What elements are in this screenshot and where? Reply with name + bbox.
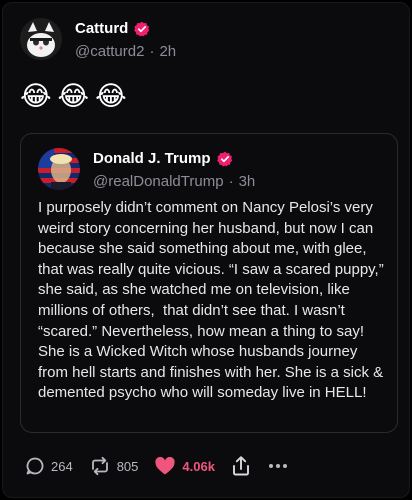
- meta-separator: ·: [228, 172, 234, 190]
- quoted-author-name[interactable]: Donald J. Trump: [93, 150, 211, 167]
- share-icon: [231, 455, 251, 477]
- action-bar: 264 805 4.06k: [25, 453, 305, 479]
- reply-count: 264: [51, 458, 73, 474]
- verified-badge-icon: [134, 21, 150, 37]
- more-icon: [267, 456, 289, 476]
- quoted-author-handle[interactable]: @realDonaldTrump: [93, 173, 224, 190]
- post-text: 😂😂😂: [20, 81, 133, 112]
- author-handle[interactable]: @catturd2: [75, 43, 144, 60]
- quoted-author[interactable]: Donald J. Trump @realDonaldTrump · 3h: [38, 148, 255, 190]
- share-button[interactable]: [231, 455, 251, 477]
- quoted-timestamp[interactable]: 3h: [239, 173, 256, 190]
- repost-button[interactable]: 805: [89, 456, 139, 476]
- repost-count: 805: [116, 458, 139, 474]
- verified-badge-icon: [216, 151, 233, 167]
- quoted-post[interactable]: Donald J. Trump @realDonaldTrump · 3h I …: [20, 133, 398, 433]
- post-card: Catturd @catturd2 · 2h 😂😂😂 Donald J. Tru…: [2, 2, 410, 498]
- author-avatar[interactable]: [20, 18, 62, 60]
- like-button[interactable]: 4.06k: [154, 456, 215, 476]
- post-timestamp[interactable]: 2h: [159, 43, 176, 60]
- reply-button[interactable]: 264: [25, 456, 73, 476]
- repost-icon: [89, 456, 111, 476]
- quoted-author-avatar[interactable]: [38, 148, 80, 190]
- quoted-text: I purposely didn’t comment on Nancy Pelo…: [38, 199, 388, 402]
- heart-icon: [154, 456, 176, 476]
- meta-separator: ·: [149, 42, 155, 60]
- like-count: 4.06k: [182, 458, 215, 474]
- reply-icon: [25, 456, 45, 476]
- author-name[interactable]: Catturd: [75, 20, 128, 37]
- more-options-button[interactable]: [267, 456, 289, 476]
- post-author[interactable]: Catturd @catturd2 · 2h: [20, 18, 176, 60]
